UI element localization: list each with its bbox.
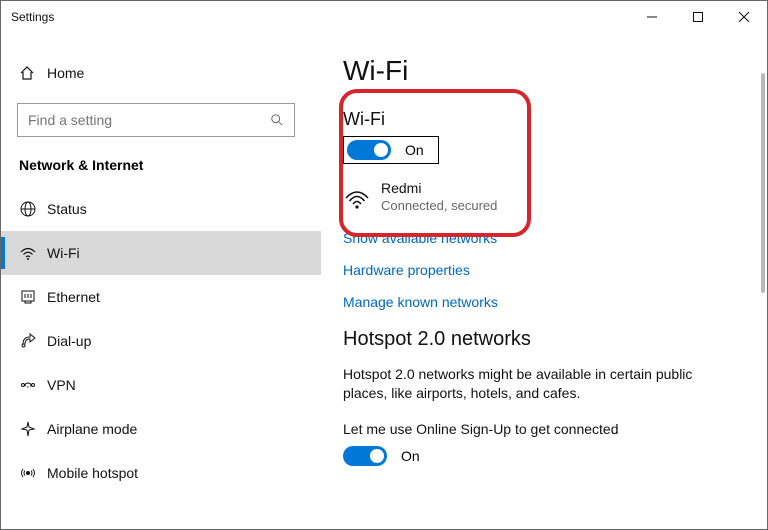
search-icon (270, 113, 284, 127)
window-controls (629, 1, 767, 33)
minimize-button[interactable] (629, 1, 675, 33)
content-pane: Wi-Fi Wi-Fi On Redmi Connected, secured … (321, 33, 767, 529)
osu-toggle[interactable] (343, 446, 387, 466)
sidebar-item-airplane[interactable]: Airplane mode (1, 407, 321, 451)
hotspot-osu-label: Let me use Online Sign-Up to get connect… (343, 420, 703, 440)
window-title: Settings (11, 10, 54, 24)
titlebar: Settings (1, 1, 767, 33)
wifi-toggle[interactable] (347, 140, 391, 160)
close-button[interactable] (721, 1, 767, 33)
sidebar-category: Network & Internet (1, 155, 321, 187)
network-status: Connected, secured (381, 198, 497, 214)
hotspot-section-title: Hotspot 2.0 networks (343, 328, 747, 351)
wifi-toggle-focus-box: On (343, 136, 439, 164)
dialup-icon (19, 332, 47, 350)
current-network[interactable]: Redmi Connected, secured (343, 180, 747, 214)
sidebar-item-hotspot[interactable]: Mobile hotspot (1, 451, 321, 495)
sidebar-item-ethernet[interactable]: Ethernet (1, 275, 321, 319)
sidebar-item-label: Ethernet (47, 289, 100, 305)
search-input[interactable] (17, 103, 295, 137)
link-manage-known[interactable]: Manage known networks (343, 294, 747, 310)
scrollbar[interactable] (761, 73, 765, 293)
wifi-section-title: Wi-Fi (343, 109, 747, 130)
link-show-networks[interactable]: Show available networks (343, 230, 747, 246)
sidebar: Home Network & Internet Status Wi-Fi (1, 33, 321, 529)
osu-toggle-row: On (343, 446, 747, 466)
search-input-field[interactable] (28, 112, 258, 128)
status-icon (19, 200, 47, 218)
osu-toggle-label: On (401, 448, 420, 464)
sidebar-item-vpn[interactable]: VPN (1, 363, 321, 407)
wifi-icon (19, 244, 47, 262)
search-row (1, 95, 321, 155)
sidebar-item-label: Airplane mode (47, 421, 137, 437)
ethernet-icon (19, 288, 47, 306)
wifi-toggle-label: On (405, 142, 424, 158)
maximize-button[interactable] (675, 1, 721, 33)
sidebar-home-label: Home (47, 65, 84, 81)
network-name: Redmi (381, 180, 497, 198)
sidebar-item-status[interactable]: Status (1, 187, 321, 231)
hotspot-description: Hotspot 2.0 networks might be available … (343, 365, 703, 404)
wifi-signal-icon (343, 183, 381, 211)
home-icon (19, 65, 47, 81)
vpn-icon (19, 376, 47, 394)
wifi-toggle-row: On (343, 136, 747, 164)
sidebar-home[interactable]: Home (1, 51, 321, 95)
sidebar-item-dialup[interactable]: Dial-up (1, 319, 321, 363)
sidebar-item-label: Dial-up (47, 333, 91, 349)
sidebar-item-label: Status (47, 201, 87, 217)
sidebar-item-label: VPN (47, 377, 76, 393)
airplane-icon (19, 420, 47, 438)
hotspot-icon (19, 464, 47, 482)
sidebar-item-label: Mobile hotspot (47, 465, 138, 481)
sidebar-item-label: Wi-Fi (47, 245, 80, 261)
sidebar-item-wifi[interactable]: Wi-Fi (1, 231, 321, 275)
page-title: Wi-Fi (343, 55, 747, 87)
link-hardware-properties[interactable]: Hardware properties (343, 262, 747, 278)
